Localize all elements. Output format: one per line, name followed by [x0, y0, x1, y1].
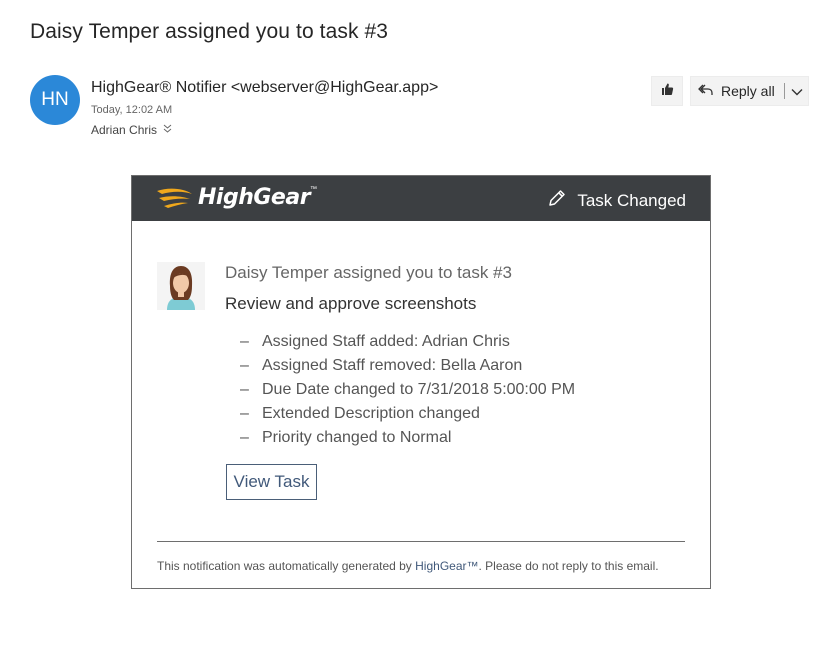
- sent-time: Today, 12:02 AM: [91, 104, 173, 116]
- reply-all-icon: [698, 82, 714, 101]
- highgear-logo: HighGear ™: [156, 185, 317, 210]
- sender-name[interactable]: HighGear® Notifier <webserver@HighGear.a…: [91, 79, 438, 97]
- task-name: Review and approve screenshots: [225, 294, 477, 313]
- reply-all-label: Reply all: [721, 83, 775, 99]
- highgear-link[interactable]: HighGear™: [415, 559, 478, 573]
- pencil-icon: [547, 188, 567, 213]
- reply-all-button[interactable]: Reply all: [691, 82, 775, 101]
- task-changed-label: Task Changed: [577, 190, 686, 210]
- notification-card: HighGear ™ Task Changed Daisy Temper ass…: [131, 175, 711, 589]
- list-item: – Assigned Staff removed: Bella Aaron: [240, 357, 523, 374]
- reply-all-group[interactable]: Reply all: [690, 76, 809, 106]
- like-button[interactable]: [651, 76, 683, 106]
- list-item: – Due Date changed to 7/31/2018 5:00:00 P…: [240, 381, 576, 398]
- email-subject: Daisy Temper assigned you to task #3: [30, 20, 389, 43]
- thumbs-up-icon: [660, 82, 674, 101]
- task-message-title: Daisy Temper assigned you to task #3: [225, 263, 512, 282]
- footer-divider: [157, 541, 685, 542]
- expand-recipients-icon[interactable]: [163, 124, 172, 136]
- chevron-down-icon: [791, 83, 803, 99]
- card-header: HighGear ™ Task Changed: [132, 176, 710, 221]
- task-changed-header: Task Changed: [547, 188, 686, 213]
- recipient-name: Adrian Chris: [91, 123, 158, 137]
- highgear-swoosh-icon: [157, 188, 192, 208]
- view-task-button[interactable]: View Task: [226, 464, 317, 500]
- logo-text: HighGear: [198, 185, 311, 210]
- list-item: – Priority changed to Normal: [240, 429, 452, 446]
- sender-avatar[interactable]: HN: [30, 75, 80, 125]
- user-photo: [157, 262, 205, 310]
- reply-options-dropdown[interactable]: [785, 83, 803, 99]
- change-list: – Assigned Staff added: Adrian Chris – Ass…: [240, 330, 575, 450]
- logo-trademark: ™: [310, 186, 318, 193]
- list-item: – Assigned Staff added: Adrian Chris: [240, 333, 510, 350]
- recipient-line[interactable]: Adrian Chris: [91, 123, 172, 137]
- footer-note: This notification was automatically gene…: [157, 559, 659, 573]
- list-item: – Extended Description changed: [240, 405, 480, 422]
